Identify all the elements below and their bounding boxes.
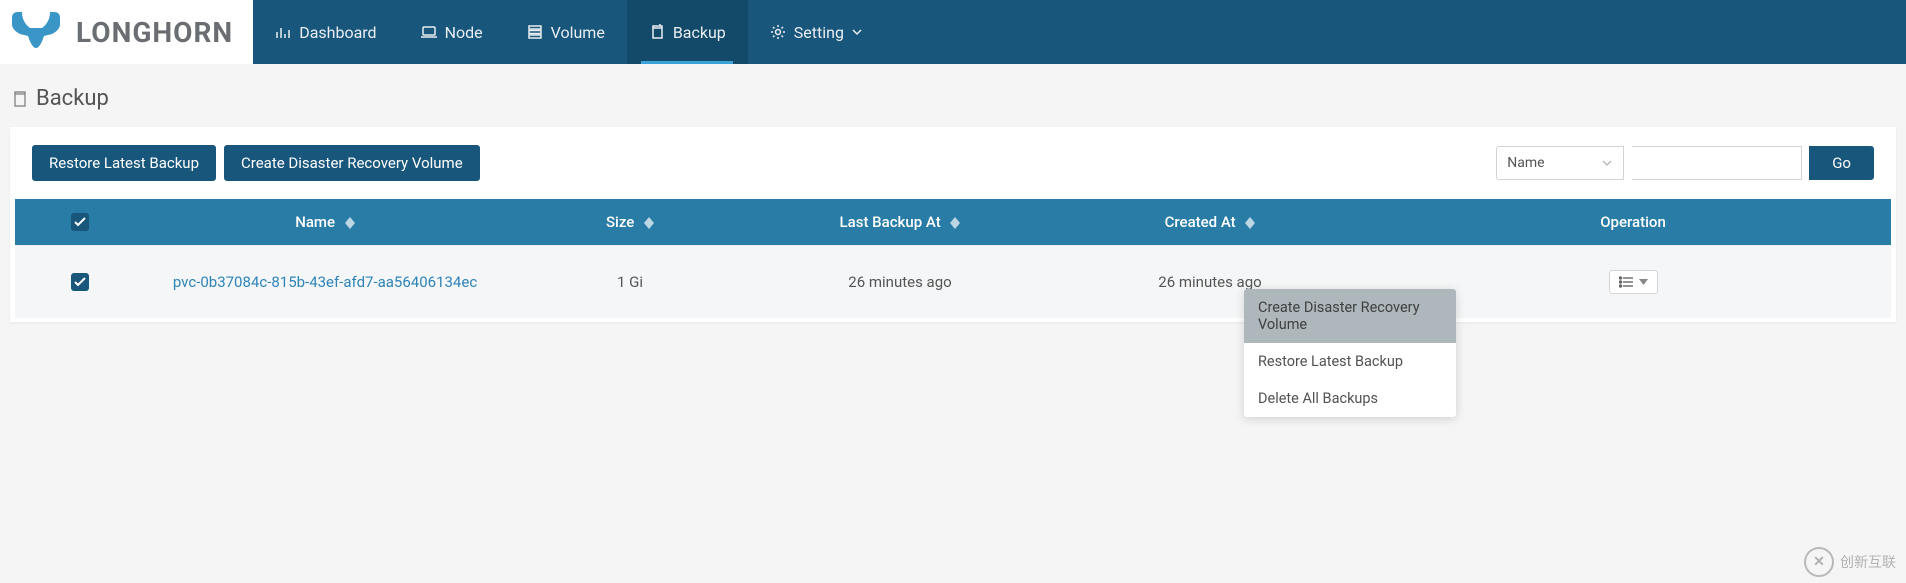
caret-down-icon <box>1639 279 1648 285</box>
menu-delete-all-backups[interactable]: Delete All Backups <box>1244 380 1456 417</box>
nav-label: Setting <box>794 23 844 42</box>
table-row: pvc-0b37084c-815b-43ef-afd7-aa56406134ec… <box>15 246 1891 319</box>
select-all-header <box>15 199 145 246</box>
logo-text: LONGHORN <box>76 16 233 49</box>
watermark: ✕ 创新互联 <box>1804 547 1896 577</box>
nav-backup[interactable]: Backup <box>627 0 748 64</box>
top-navbar: LONGHORN Dashboard Node Volume Backup Se… <box>0 0 1906 64</box>
longhorn-logo-icon <box>8 8 64 56</box>
main-card: Restore Latest Backup Create Disaster Re… <box>10 127 1896 322</box>
sort-icon <box>950 217 960 229</box>
col-name[interactable]: Name <box>145 199 505 246</box>
go-button[interactable]: Go <box>1809 146 1874 180</box>
laptop-icon <box>421 24 437 40</box>
sort-icon <box>345 217 355 229</box>
toolbar: Restore Latest Backup Create Disaster Re… <box>10 127 1896 199</box>
col-size[interactable]: Size <box>505 199 755 246</box>
volume-name-link[interactable]: pvc-0b37084c-815b-43ef-afd7-aa56406134ec <box>173 273 477 291</box>
chart-icon <box>275 24 291 40</box>
watermark-text: 创新互联 <box>1840 552 1896 572</box>
nav-setting[interactable]: Setting <box>748 0 884 64</box>
copy-icon <box>649 24 665 40</box>
restore-latest-backup-button[interactable]: Restore Latest Backup <box>32 145 216 181</box>
gear-icon <box>770 24 786 40</box>
page-title-row: Backup <box>0 64 1906 127</box>
search-input[interactable] <box>1632 146 1802 180</box>
nav-label: Dashboard <box>299 23 376 42</box>
col-operation: Operation <box>1375 199 1891 246</box>
operation-menu-button[interactable] <box>1609 270 1658 294</box>
chevron-down-icon <box>1601 157 1613 169</box>
cell-last-backup: 26 minutes ago <box>755 246 1045 319</box>
nav-items: Dashboard Node Volume Backup Setting <box>253 0 884 64</box>
backup-table: Name Size Last Backu <box>15 199 1891 318</box>
page-title: Backup <box>36 86 109 111</box>
nav-label: Node <box>445 23 483 42</box>
check-icon <box>74 217 86 227</box>
check-icon <box>74 277 86 287</box>
nav-label: Backup <box>673 23 726 42</box>
sort-icon <box>644 217 654 229</box>
select-all-checkbox[interactable] <box>71 213 89 231</box>
sort-icon <box>1245 217 1255 229</box>
filter-field-value: Name <box>1507 155 1544 171</box>
operation-dropdown: Create Disaster Recovery Volume Restore … <box>1244 289 1456 417</box>
col-created[interactable]: Created At <box>1045 199 1375 246</box>
watermark-logo-icon: ✕ <box>1804 547 1834 577</box>
copy-icon <box>12 90 28 108</box>
stack-icon <box>527 24 543 40</box>
col-last-backup[interactable]: Last Backup At <box>755 199 1045 246</box>
row-checkbox[interactable] <box>71 273 89 291</box>
nav-volume[interactable]: Volume <box>505 0 627 64</box>
logo[interactable]: LONGHORN <box>0 0 253 64</box>
menu-restore-latest-backup[interactable]: Restore Latest Backup <box>1244 343 1456 380</box>
nav-label: Volume <box>551 23 605 42</box>
chevron-down-icon <box>852 27 862 37</box>
menu-create-dr-volume[interactable]: Create Disaster Recovery Volume <box>1244 289 1456 343</box>
nav-node[interactable]: Node <box>399 0 505 64</box>
create-dr-volume-button[interactable]: Create Disaster Recovery Volume <box>224 145 480 181</box>
cell-size: 1 Gi <box>505 246 755 319</box>
filter-field-select[interactable]: Name <box>1496 146 1624 180</box>
nav-dashboard[interactable]: Dashboard <box>253 0 398 64</box>
list-icon <box>1619 276 1633 288</box>
